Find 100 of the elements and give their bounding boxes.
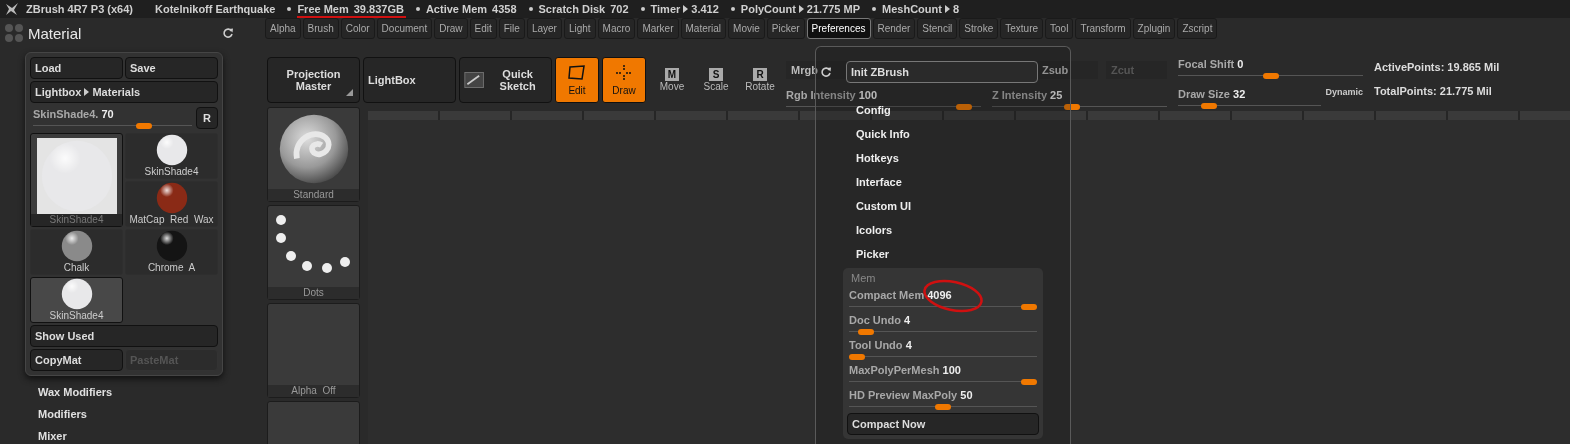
menu-tab[interactable]: Movie (728, 18, 765, 39)
material-thumbnail[interactable]: SkinShade4 (125, 133, 218, 179)
slider-track[interactable] (849, 404, 1037, 410)
slider-thumb[interactable] (1021, 379, 1037, 385)
menu-tab[interactable]: Transform (1075, 18, 1131, 39)
material-label: Chalk (63, 262, 90, 274)
slider-label: Draw Size 32 (1178, 87, 1247, 101)
menu-tab[interactable]: Tool (1045, 18, 1074, 39)
tool-slot[interactable]: Alpha Off (267, 303, 360, 398)
subpalette-header[interactable]: Mixer (38, 429, 260, 443)
arrow-icon (84, 88, 90, 96)
menu-tab[interactable]: Alpha (265, 18, 301, 39)
slider-track[interactable] (849, 379, 1037, 385)
menu-tab[interactable]: Render (872, 18, 916, 39)
menu-item[interactable]: Hotkeys (856, 151, 1070, 165)
menu-tab[interactable]: Draw (434, 18, 468, 39)
menu-tab[interactable]: File (498, 18, 525, 39)
lightbox-materials-button[interactable]: Lightbox Materials (30, 81, 218, 103)
transform-button[interactable]: M Move (653, 57, 691, 103)
dynamic-toggle[interactable]: Dynamic (1325, 87, 1363, 97)
menu-tab[interactable]: Picker (766, 18, 805, 39)
slider-track[interactable] (849, 329, 1037, 335)
transform-button[interactable]: R Rotate (741, 57, 779, 103)
slider-thumb[interactable] (849, 354, 865, 360)
material-thumbnail[interactable]: MatCap Red Wax (125, 181, 218, 227)
compact-now-button[interactable]: Compact Now (847, 413, 1039, 435)
project-name: Kotelnikoff Earthquake (155, 3, 276, 15)
material-label: SkinShade4 (49, 310, 104, 322)
subpalette-title: Mem (850, 271, 877, 285)
transform-button[interactable]: S Scale (697, 57, 735, 103)
menu-tab[interactable]: Color (340, 18, 375, 39)
toolbar-button[interactable]: LightBox (363, 57, 456, 103)
menu-tab[interactable]: Stroke (959, 18, 999, 39)
menu-tab[interactable]: Layer (526, 18, 562, 39)
slider-thumb[interactable] (1200, 103, 1217, 109)
show-used-button[interactable]: Show Used (30, 325, 218, 347)
slider-thumb[interactable] (1063, 104, 1080, 110)
menu-tab[interactable]: Zscript (1177, 18, 1218, 39)
slider-track[interactable] (849, 304, 1037, 310)
tool-slot-label: Alpha Off (268, 385, 359, 397)
menu-tab[interactable]: Brush (302, 18, 339, 39)
menu-item[interactable]: Picker (856, 247, 1070, 261)
menu-tab[interactable]: Light (563, 18, 596, 39)
menu-tab[interactable]: Zplugin (1132, 18, 1176, 39)
menu-tab[interactable]: Edit (469, 18, 497, 39)
slider-track[interactable] (992, 104, 1167, 110)
menu-tab[interactable]: Marker (637, 18, 679, 39)
material-thumbnail[interactable]: Chalk (30, 229, 123, 275)
tool-slot[interactable]: Dots (267, 205, 360, 300)
bullet-icon (640, 7, 645, 11)
slider-label: Doc Undo 4 (849, 313, 912, 327)
material-thumbnail[interactable]: Chrome A (125, 229, 218, 275)
stat-label: Active Mem (425, 3, 488, 15)
menu-tab[interactable]: Macro (597, 18, 636, 39)
slider-label: Z Intensity 25 (992, 88, 1064, 102)
subpalette-header[interactable]: Modifiers (38, 407, 260, 421)
material-label: Chrome A (147, 262, 196, 274)
menu-tab[interactable]: Stencil (917, 18, 958, 39)
stat-label: Timer (650, 3, 681, 15)
subpalette-header[interactable]: Wax Modifiers (38, 385, 260, 399)
slider-thumb[interactable] (135, 123, 152, 129)
slider-thumb[interactable] (956, 104, 973, 110)
mode-button[interactable]: Edit (555, 57, 599, 103)
reset-button[interactable]: R (196, 107, 218, 129)
slider-label: Compact Mem 4096 (849, 288, 953, 302)
refresh-icon[interactable] (820, 66, 832, 78)
slider-track[interactable] (1178, 73, 1363, 79)
material-thumbnail[interactable]: SkinShade4 (30, 277, 123, 323)
slider-thumb[interactable] (857, 329, 874, 335)
corner-triangle-icon (346, 89, 353, 96)
toolbar-button[interactable]: Quick Sketch (459, 57, 552, 103)
slider-track[interactable] (1178, 103, 1322, 109)
menu-tab[interactable]: Texture (1000, 18, 1044, 39)
copy-material-button[interactable]: CopyMat (30, 349, 123, 371)
menu-item[interactable]: Custom UI (856, 199, 1070, 213)
menu-tab[interactable]: Document (376, 18, 433, 39)
toolbar-button[interactable]: Projection Master (267, 57, 360, 103)
init-zbrush-button[interactable]: Init ZBrush (846, 61, 1038, 83)
slider-track[interactable] (849, 354, 1037, 360)
slider-thumb[interactable] (1262, 73, 1279, 79)
slider-track[interactable] (33, 123, 192, 129)
menu-tab[interactable]: Material (680, 18, 727, 39)
menu-tab[interactable]: Preferences (806, 18, 871, 39)
slider-thumb[interactable] (1021, 304, 1037, 310)
palette-grip-icon[interactable] (4, 23, 24, 43)
menu-item[interactable]: Config (856, 103, 1070, 117)
refresh-icon[interactable] (222, 27, 234, 39)
save-button[interactable]: Save (125, 57, 218, 79)
material-label: MatCap Red Wax (129, 214, 214, 226)
crosshair-icon (614, 64, 634, 82)
load-button[interactable]: Load (30, 57, 123, 79)
stat-value: 702 (610, 3, 629, 15)
stat-label: Scratch Disk (538, 3, 606, 15)
slider-label: Focal Shift 0 (1178, 57, 1245, 71)
slider-thumb[interactable] (935, 404, 951, 410)
menu-item[interactable]: Icolors (856, 223, 1070, 237)
menu-item[interactable]: Interface (856, 175, 1070, 189)
tool-slot[interactable]: Standard (267, 107, 360, 202)
mode-button[interactable]: Draw (602, 57, 646, 103)
menu-item[interactable]: Quick Info (856, 127, 1070, 141)
